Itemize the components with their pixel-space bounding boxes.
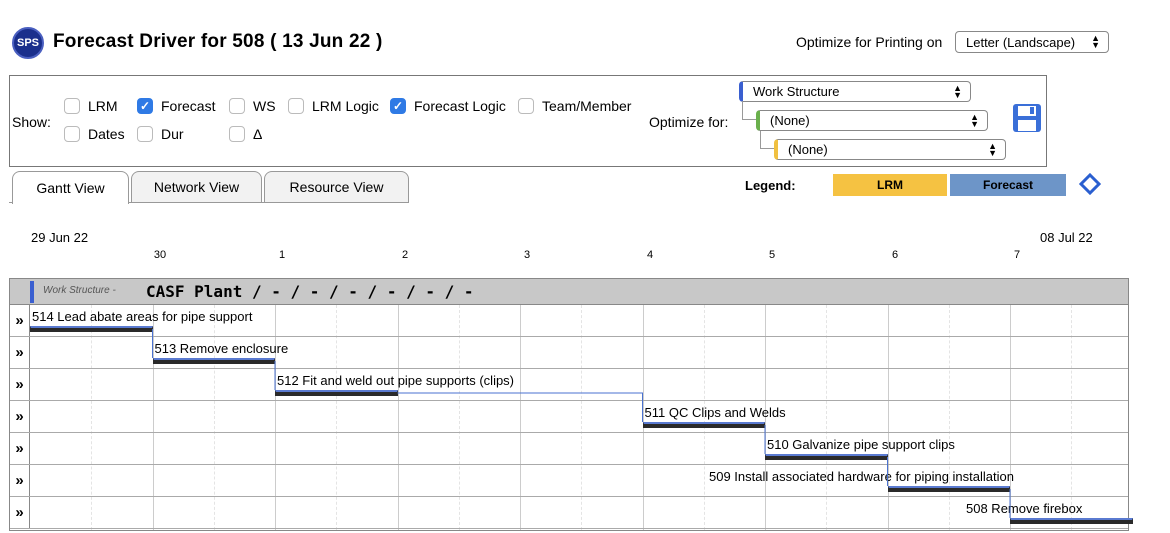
- select-arrows-icon: ▲ ▼: [1091, 33, 1100, 50]
- task-row: » 509 Install associated hardware for pip…: [10, 465, 1128, 497]
- axis-tick-label: 7: [1013, 249, 1021, 261]
- select-arrows-icon: ▲ ▼: [953, 82, 962, 100]
- sps-logo: SPS: [12, 27, 44, 59]
- tree-connector: [760, 131, 774, 149]
- checkbox-lrm-logic[interactable]: LRM Logic: [288, 98, 379, 114]
- legend-label: Legend:: [745, 178, 796, 193]
- task-row: » 514 Lead abate areas for pipe support: [10, 305, 1128, 337]
- forecast-bar[interactable]: [642, 422, 765, 428]
- checkbox-box[interactable]: [288, 98, 304, 114]
- checkbox-label: WS: [253, 98, 276, 114]
- checkbox-box[interactable]: [229, 98, 245, 114]
- axis-tick-label: 5: [768, 249, 776, 261]
- checkmark-icon[interactable]: ✓: [137, 98, 153, 114]
- task-row: » 513 Remove enclosure: [10, 337, 1128, 369]
- expand-icon[interactable]: »: [10, 401, 30, 432]
- axis-tick-label: 3: [523, 249, 531, 261]
- optimize-select-value: (None): [788, 142, 828, 157]
- expand-icon[interactable]: »: [10, 465, 30, 496]
- checkbox-lrm[interactable]: LRM: [64, 98, 118, 114]
- save-icon[interactable]: [1012, 103, 1042, 133]
- optimize-for-label: Optimize for:: [649, 114, 729, 130]
- task-label[interactable]: 508 Remove firebox: [966, 501, 1082, 516]
- checkbox-label: Forecast Logic: [414, 98, 506, 114]
- axis-tick-label: 6: [891, 249, 899, 261]
- checkbox-box[interactable]: [137, 126, 153, 142]
- task-label[interactable]: 513 Remove enclosure: [155, 341, 289, 356]
- task-row: » 511 QC Clips and Welds: [10, 401, 1128, 433]
- checkbox-delta[interactable]: Δ: [229, 126, 262, 142]
- ws-label: Work Structure -: [43, 285, 116, 296]
- forecast-bar[interactable]: [1010, 518, 1133, 524]
- task-row: » 510 Galvanize pipe support clips: [10, 433, 1128, 465]
- forecast-bar[interactable]: [30, 326, 153, 332]
- task-row: » 508 Remove firebox: [10, 497, 1133, 529]
- print-format-select[interactable]: Letter (Landscape) ▲ ▼: [955, 31, 1109, 53]
- tab-gantt-view[interactable]: Gantt View: [12, 171, 129, 204]
- checkbox-dur[interactable]: Dur: [137, 126, 184, 142]
- forecast-bar[interactable]: [152, 358, 275, 364]
- show-label: Show:: [12, 114, 51, 130]
- axis-end-date: 08 Jul 22: [1040, 230, 1093, 245]
- print-format-value: Letter (Landscape): [966, 34, 1076, 50]
- optimize-select-value: Work Structure: [753, 84, 840, 99]
- checkmark-icon[interactable]: ✓: [390, 98, 406, 114]
- axis-tick-label: 1: [278, 249, 286, 261]
- checkbox-label: Dur: [161, 126, 184, 142]
- forecast-bar[interactable]: [275, 390, 398, 396]
- ws-name: CASF Plant / - / - / - / - / - / -: [146, 282, 474, 301]
- checkbox-dates[interactable]: Dates: [64, 126, 125, 142]
- axis-tick-label: 2: [401, 249, 409, 261]
- page-title: Forecast Driver for 508 ( 13 Jun 22 ): [53, 31, 383, 52]
- tree-connector: [742, 102, 756, 120]
- checkbox-forecast[interactable]: ✓ Forecast: [137, 98, 215, 114]
- checkbox-forecast-logic[interactable]: ✓ Forecast Logic: [390, 98, 506, 114]
- checkbox-team-member[interactable]: Team/Member: [518, 98, 631, 114]
- print-label: Optimize for Printing on: [796, 34, 943, 50]
- select-arrows-icon: ▲ ▼: [970, 111, 979, 129]
- work-structure-header: Work Structure - CASF Plant / - / - / - …: [10, 279, 1128, 305]
- task-label[interactable]: 510 Galvanize pipe support clips: [767, 437, 955, 452]
- task-row: » 512 Fit and weld out pipe supports (cli…: [10, 369, 1128, 401]
- checkbox-label: Dates: [88, 126, 125, 142]
- checkbox-label: LRM: [88, 98, 118, 114]
- axis-tick-label: 4: [646, 249, 654, 261]
- ws-color-strip: [30, 281, 34, 303]
- checkbox-label: Forecast: [161, 98, 216, 114]
- forecast-bar[interactable]: [765, 454, 888, 460]
- checkbox-ws[interactable]: WS: [229, 98, 276, 114]
- expand-icon[interactable]: »: [10, 305, 30, 336]
- tab-resource-view[interactable]: Resource View: [264, 171, 409, 202]
- task-label[interactable]: 509 Install associated hardware for pipi…: [709, 469, 1014, 484]
- checkbox-box[interactable]: [64, 126, 80, 142]
- checkbox-box[interactable]: [64, 98, 80, 114]
- checkbox-box[interactable]: [229, 126, 245, 142]
- optimize-select-3[interactable]: (None) ▲ ▼: [774, 139, 1006, 160]
- gantt-chart: Work Structure - CASF Plant / - / - / - …: [9, 278, 1133, 531]
- select-arrows-icon: ▲ ▼: [988, 140, 997, 158]
- expand-icon[interactable]: »: [10, 497, 30, 528]
- tab-network-view[interactable]: Network View: [131, 171, 262, 202]
- diamond-icon[interactable]: [1079, 173, 1101, 195]
- task-label[interactable]: 511 QC Clips and Welds: [645, 405, 786, 420]
- forecast-bar[interactable]: [887, 486, 1010, 492]
- expand-icon[interactable]: »: [10, 369, 30, 400]
- checkbox-label: LRM Logic: [312, 98, 379, 114]
- task-label[interactable]: 514 Lead abate areas for pipe support: [32, 309, 252, 324]
- expand-icon[interactable]: »: [10, 337, 30, 368]
- expand-icon[interactable]: »: [10, 433, 30, 464]
- optimize-select-1[interactable]: Work Structure ▲ ▼: [739, 81, 971, 102]
- axis-start-date: 29 Jun 22: [31, 230, 89, 245]
- axis-tick-label: 30: [153, 249, 167, 261]
- checkbox-label: Δ: [253, 126, 263, 142]
- optimize-select-value: (None): [770, 113, 810, 128]
- checkbox-box[interactable]: [518, 98, 534, 114]
- legend-lrm: LRM: [833, 174, 947, 196]
- optimize-select-2[interactable]: (None) ▲ ▼: [756, 110, 988, 131]
- legend-forecast: Forecast: [950, 174, 1066, 196]
- checkbox-label: Team/Member: [542, 98, 632, 114]
- task-label[interactable]: 512 Fit and weld out pipe supports (clip…: [277, 373, 514, 388]
